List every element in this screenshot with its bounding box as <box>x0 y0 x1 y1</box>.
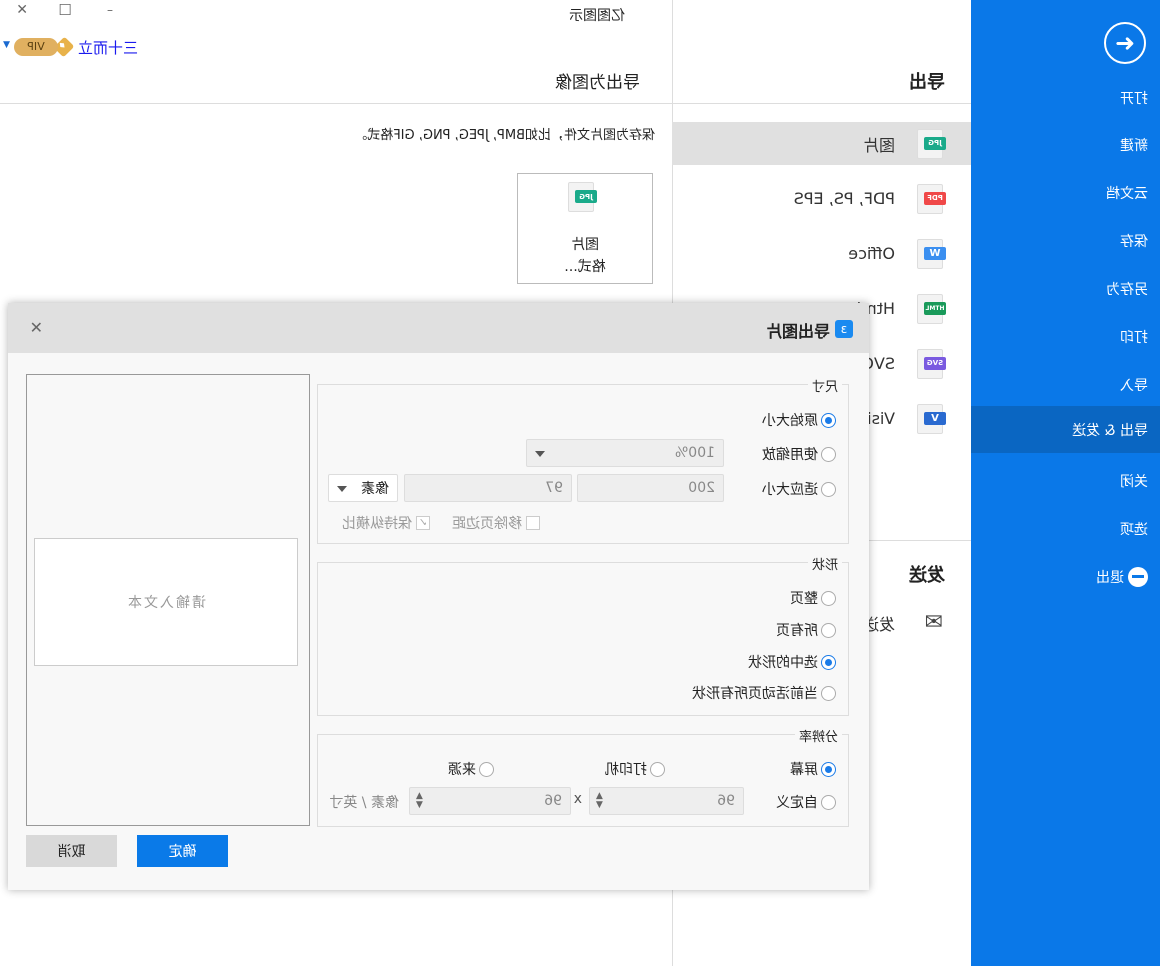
preview-placeholder: 请输入文本 <box>34 538 298 666</box>
dpi-y-spinner[interactable]: 96 ▲ ▼ <box>409 787 571 815</box>
export-item-image[interactable]: JPG 图片 <box>672 122 971 165</box>
pdf-file-icon: PDF <box>917 183 946 214</box>
sidebar: ➜ 打开 新建 云文档 保存 另存为 打印 导入 导出 & 发送 关闭 选项 退… <box>971 0 1160 966</box>
sidebar-item-export-send[interactable]: 导出 & 发送 <box>971 406 1160 453</box>
dialog-header: ε 导出图片 ✕ <box>8 303 869 353</box>
visio-file-icon: V <box>917 403 946 434</box>
export-item-office[interactable]: W Office <box>672 232 971 275</box>
sidebar-item-exit[interactable]: 退出 <box>971 553 1160 600</box>
times-label: x <box>573 791 582 807</box>
radio-selected-shapes[interactable]: 选中的形状 <box>748 652 836 672</box>
card-sublabel: 格式... <box>564 259 606 275</box>
image-format-card[interactable]: JPG 图片 格式... <box>517 173 653 284</box>
card-label: 图片 <box>571 237 599 253</box>
sidebar-item-print[interactable]: 打印 <box>971 313 1160 360</box>
back-arrow-icon[interactable]: ➜ <box>1104 22 1146 64</box>
ok-button[interactable]: 确定 <box>137 835 228 867</box>
zoom-select[interactable]: 100% <box>526 439 724 467</box>
sidebar-item-label: 打开 <box>1120 90 1148 107</box>
radio-fit-size[interactable]: 适应大小 <box>762 479 836 499</box>
height-input[interactable]: 97 <box>404 474 572 502</box>
export-item-label: PDF, PS, EPS <box>793 189 895 208</box>
sidebar-item-close[interactable]: 关闭 <box>971 457 1160 504</box>
send-heading: 发送 <box>909 565 945 586</box>
sidebar-item-save[interactable]: 保存 <box>971 217 1160 264</box>
cancel-button[interactable]: 取消 <box>26 835 117 867</box>
svg-file-icon: SVG <box>917 348 946 379</box>
description: 保存为图片文件，比如BMP, JPEG, PNG, GIF格式。 <box>354 128 655 143</box>
sidebar-item-label: 保存 <box>1120 233 1148 250</box>
size-group: 尺寸 原始大小 使用缩放 100% 适应大小 200 x 97 像素 移除页边距… <box>317 376 849 544</box>
sidebar-item-label: 关闭 <box>1120 473 1148 490</box>
radio-all-pages[interactable]: 所有页 <box>776 620 836 640</box>
shape-group: 形状 整页 所有页 选中的形状 当前活动页所有形状 <box>317 554 849 716</box>
radio-printer[interactable]: 打印机 <box>605 759 665 779</box>
width-input[interactable]: 200 <box>577 474 724 502</box>
sidebar-item-open[interactable]: 打开 <box>971 74 1160 121</box>
export-image-dialog: ε 导出图片 ✕ 请输入文本 尺寸 原始大小 使用缩放 100% 适应大小 20… <box>8 303 869 890</box>
dpi-unit-label: 像素 / 英寸 <box>329 795 399 811</box>
page-title: 导出为图像 <box>555 73 640 93</box>
sidebar-item-new[interactable]: 新建 <box>971 121 1160 168</box>
size-legend: 尺寸 <box>807 376 842 395</box>
export-item-label: Office <box>848 244 895 263</box>
sidebar-item-label: 导出 & 发送 <box>1072 422 1148 439</box>
unit-select[interactable]: 像素 <box>328 474 398 502</box>
dpi-x-spinner[interactable]: 96 ▲ ▼ <box>589 787 744 815</box>
sidebar-item-label: 选项 <box>1120 521 1148 538</box>
sidebar-item-label: 新建 <box>1120 137 1148 154</box>
preview-pane: 请输入文本 <box>26 374 310 826</box>
html-file-icon: HTML <box>917 293 946 324</box>
sidebar-item-cloud[interactable]: 云文档 <box>971 169 1160 216</box>
sidebar-item-label: 导入 <box>1120 377 1148 394</box>
radio-whole-page[interactable]: 整页 <box>790 588 836 608</box>
sidebar-item-label: 退出 <box>1096 569 1124 586</box>
export-item-pdf[interactable]: PDF PDF, PS, EPS <box>672 177 971 220</box>
minus-circle-icon <box>1128 566 1148 587</box>
export-item-label: 图片 <box>862 135 895 155</box>
dialog-close-button[interactable]: ✕ <box>30 318 43 337</box>
shape-legend: 形状 <box>807 554 842 573</box>
sidebar-item-save-as[interactable]: 另存为 <box>971 265 1160 312</box>
export-heading: 导出 <box>909 72 945 93</box>
jpg-file-icon: JPG <box>568 182 597 212</box>
sidebar-item-label: 另存为 <box>1106 281 1148 298</box>
radio-original-size[interactable]: 原始大小 <box>762 410 836 430</box>
jpg-file-icon: JPG <box>917 128 946 159</box>
radio-screen[interactable]: 屏幕 <box>790 759 836 779</box>
resolution-legend: 分辨率 <box>794 726 842 745</box>
sidebar-item-label: 打印 <box>1120 329 1148 346</box>
sidebar-item-options[interactable]: 选项 <box>971 505 1160 552</box>
resolution-group: 分辨率 屏幕 打印机 来源 自定义 96 ▲ ▼ x 96 ▲ ▼ 像素 / 英寸 <box>317 726 849 827</box>
remove-margin-checkbox[interactable]: 移除页边距 <box>452 513 540 533</box>
sidebar-item-label: 云文档 <box>1106 185 1148 202</box>
sidebar-item-import[interactable]: 导入 <box>971 361 1160 408</box>
radio-source[interactable]: 来源 <box>448 759 494 779</box>
word-file-icon: W <box>917 238 946 269</box>
dialog-title: 导出图片 <box>765 322 830 341</box>
radio-current-page-shapes[interactable]: 当前活动页所有形状 <box>692 683 836 703</box>
app-logo-icon: ε <box>835 320 853 338</box>
radio-use-zoom[interactable]: 使用缩放 <box>762 444 836 464</box>
radio-custom[interactable]: 自定义 <box>776 792 836 812</box>
keep-ratio-checkbox[interactable]: ✓ 保持纵横比 <box>342 513 430 533</box>
mail-send-icon: ✉ <box>924 610 943 635</box>
